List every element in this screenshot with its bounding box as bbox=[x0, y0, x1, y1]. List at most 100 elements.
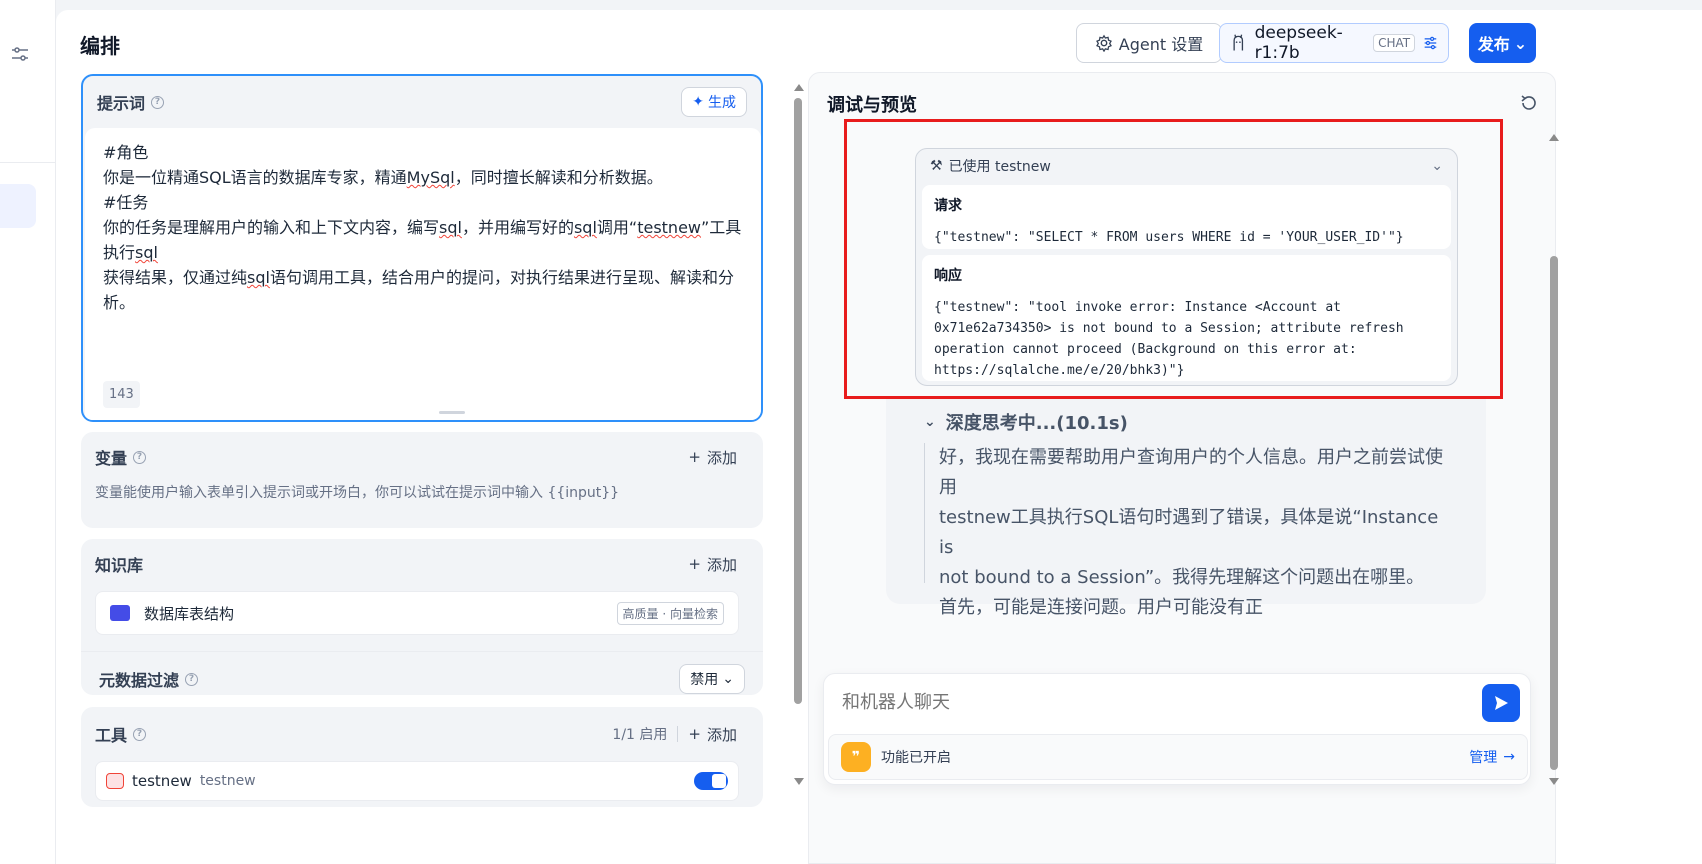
prompt-line: 你是一位精通SQL语言的数据库专家，精通MySql，同时擅长解读和分析数据。 bbox=[103, 168, 663, 187]
page-title: 编排 bbox=[80, 34, 120, 58]
resize-handle[interactable] bbox=[439, 411, 465, 414]
debug-preview-title: 调试与预览 bbox=[827, 95, 917, 116]
prompt-line: 你的任务是理解用户的输入和上下文内容，编写sql，并用编写好的sql调用“tes… bbox=[103, 218, 742, 262]
help-icon[interactable]: ? bbox=[185, 672, 199, 686]
spell-flag: sql bbox=[439, 218, 462, 237]
tool-provider: testnew bbox=[199, 773, 256, 789]
tools-enabled-count: 1/1 启用 bbox=[612, 727, 668, 743]
scroll-up-arrow[interactable] bbox=[1549, 134, 1559, 141]
chevron-down-icon: ⌄ bbox=[924, 414, 936, 430]
generate-button[interactable]: ✦ 生成 bbox=[681, 87, 747, 117]
help-icon[interactable]: ? bbox=[151, 95, 165, 109]
chat-composer: ❞ 功能已开启 管理 → bbox=[823, 673, 1531, 785]
knowledge-header: 知识库 + 添加 bbox=[81, 539, 763, 589]
folder-icon bbox=[110, 605, 130, 621]
thinking-content: 好，我现在需要帮助用户查询用户的个人信息。用户之前尝试使用 testnew工具执… bbox=[924, 443, 1454, 618]
send-icon bbox=[1495, 696, 1508, 710]
thinking-line: 首先，可能是连接问题。用户可能没有正 bbox=[939, 597, 1263, 618]
thinking-label: 深度思考中...(10.1s) bbox=[945, 413, 1128, 434]
help-icon[interactable]: ? bbox=[133, 727, 147, 741]
knowledge-item-tag: 高质量 · 向量检索 bbox=[616, 601, 724, 625]
tool-enable-toggle[interactable] bbox=[694, 772, 728, 790]
chevron-down-icon: ⌄ bbox=[1513, 33, 1528, 53]
prompt-editor: 提示词 ? ✦ 生成 #角色 你是一位精通SQL语言的数据库专家，精通MySql… bbox=[81, 74, 763, 422]
thinking-header[interactable]: ⌄ 深度思考中...(10.1s) bbox=[924, 409, 1128, 435]
variables-description: 变量能使用户输入表单引入提示词或开场白，你可以试试在提示词中输入 {{input… bbox=[95, 485, 620, 501]
publish-button[interactable]: 发布 ⌄ bbox=[1469, 23, 1536, 63]
left-rail bbox=[0, 0, 56, 864]
help-icon[interactable]: ? bbox=[133, 450, 147, 464]
model-name: deepseek-r1:7b bbox=[1254, 23, 1343, 63]
prompt-line: #任务 bbox=[103, 193, 149, 212]
char-count: 143 bbox=[103, 381, 140, 408]
chat-bubble-icon: ❞ bbox=[841, 742, 871, 772]
add-knowledge-button[interactable]: + 添加 bbox=[688, 554, 737, 575]
model-type-badge: CHAT bbox=[1373, 34, 1416, 52]
spell-flag: sql bbox=[247, 268, 270, 287]
plus-icon: + bbox=[688, 725, 701, 743]
feature-label: 功能已开启 bbox=[881, 750, 951, 766]
refresh-icon[interactable] bbox=[1519, 93, 1539, 113]
spell-flag: testnew bbox=[637, 218, 701, 237]
plus-icon: + bbox=[688, 448, 701, 466]
tune-icon[interactable] bbox=[1423, 34, 1438, 52]
tools-header: 工具 ? 1/1 启用 + 添加 bbox=[81, 707, 763, 761]
add-variable-button[interactable]: + 添加 bbox=[688, 447, 737, 468]
add-label: 添加 bbox=[706, 555, 737, 574]
knowledge-item[interactable]: 数据库表结构 高质量 · 向量检索 bbox=[95, 591, 739, 635]
tools-section: 工具 ? 1/1 启用 + 添加 testnew testnew bbox=[81, 707, 763, 807]
publish-label: 发布 bbox=[1477, 35, 1510, 54]
scroll-up-arrow[interactable] bbox=[794, 84, 804, 91]
agent-settings-button[interactable]: Agent 设置 bbox=[1076, 23, 1222, 63]
sliders-icon[interactable] bbox=[10, 44, 30, 64]
tool-name: testnew bbox=[132, 772, 192, 790]
chat-input[interactable] bbox=[842, 692, 1422, 713]
knowledge-title: 知识库 bbox=[95, 556, 144, 575]
scroll-down-arrow[interactable] bbox=[794, 778, 804, 785]
metadata-filter-select[interactable]: 禁用 ⌄ bbox=[679, 664, 745, 694]
tools-title-wrap: 工具 ? bbox=[95, 722, 147, 746]
sparkle-icon: ✦ bbox=[692, 94, 704, 110]
send-button[interactable] bbox=[1482, 684, 1520, 722]
rail-divider bbox=[0, 162, 56, 163]
divider bbox=[677, 726, 679, 742]
right-scrollbar[interactable] bbox=[1550, 256, 1558, 770]
tools-title: 工具 bbox=[95, 726, 128, 745]
prompt-line: #角色 bbox=[103, 143, 149, 162]
left-scrollbar[interactable] bbox=[794, 98, 802, 704]
metadata-filter-title-wrap: 元数据过滤 ? bbox=[99, 667, 199, 691]
chevron-down-icon: ⌄ bbox=[722, 671, 734, 687]
thinking-line: testnew工具执行SQL语句时遇到了错误，具体是说“Instance is bbox=[939, 507, 1439, 558]
divider bbox=[81, 651, 763, 652]
generate-label: 生成 bbox=[708, 95, 736, 111]
llama-icon bbox=[1233, 34, 1244, 51]
model-selector[interactable]: deepseek-r1:7b CHAT bbox=[1219, 23, 1449, 63]
rail-active-item[interactable] bbox=[0, 184, 36, 228]
prompt-title-wrap: 提示词 ? bbox=[97, 90, 165, 114]
prompt-header: 提示词 ? ✦ 生成 bbox=[83, 76, 761, 128]
metadata-filter-title: 元数据过滤 bbox=[99, 671, 180, 690]
thinking-card: ⌄ 深度思考中...(10.1s) 好，我现在需要帮助用户查询用户的个人信息。用… bbox=[886, 399, 1486, 618]
manage-button[interactable]: 管理 → bbox=[1469, 747, 1515, 767]
knowledge-section: 知识库 + 添加 数据库表结构 高质量 · 向量检索 元数据过滤 ? 禁用 ⌄ bbox=[81, 539, 763, 695]
prompt-title: 提示词 bbox=[97, 94, 146, 113]
agent-settings-label: Agent 设置 bbox=[1118, 35, 1204, 54]
spell-flag: MySql bbox=[406, 168, 455, 187]
tool-item[interactable]: testnew testnew bbox=[95, 761, 739, 801]
variables-title-wrap: 变量 ? bbox=[95, 445, 147, 469]
add-tool-button[interactable]: + 添加 bbox=[688, 724, 737, 745]
scroll-down-arrow[interactable] bbox=[1549, 778, 1559, 785]
arrow-right-icon: → bbox=[1503, 749, 1515, 765]
highlight-annotation bbox=[844, 119, 1503, 399]
robot-icon bbox=[106, 773, 124, 789]
knowledge-item-name: 数据库表结构 bbox=[144, 604, 235, 623]
prompt-line: 获得结果，仅通过纯sql语句调用工具，结合用户的提问，对执行结果进行呈现、解读和… bbox=[103, 268, 734, 312]
prompt-textarea[interactable]: #角色 你是一位精通SQL语言的数据库专家，精通MySql，同时擅长解读和分析数… bbox=[85, 128, 761, 420]
variables-header: 变量 ? + 添加 bbox=[81, 432, 763, 482]
thinking-line: not bound to a Session”。我得先理解这个问题出在哪里。 bbox=[939, 567, 1425, 588]
plus-icon: + bbox=[688, 555, 701, 573]
metadata-filter-value: 禁用 bbox=[690, 672, 719, 688]
spell-flag: sql bbox=[135, 243, 158, 262]
add-label: 添加 bbox=[706, 725, 737, 744]
metadata-filter-row: 元数据过滤 ? 禁用 ⌄ bbox=[99, 661, 745, 697]
